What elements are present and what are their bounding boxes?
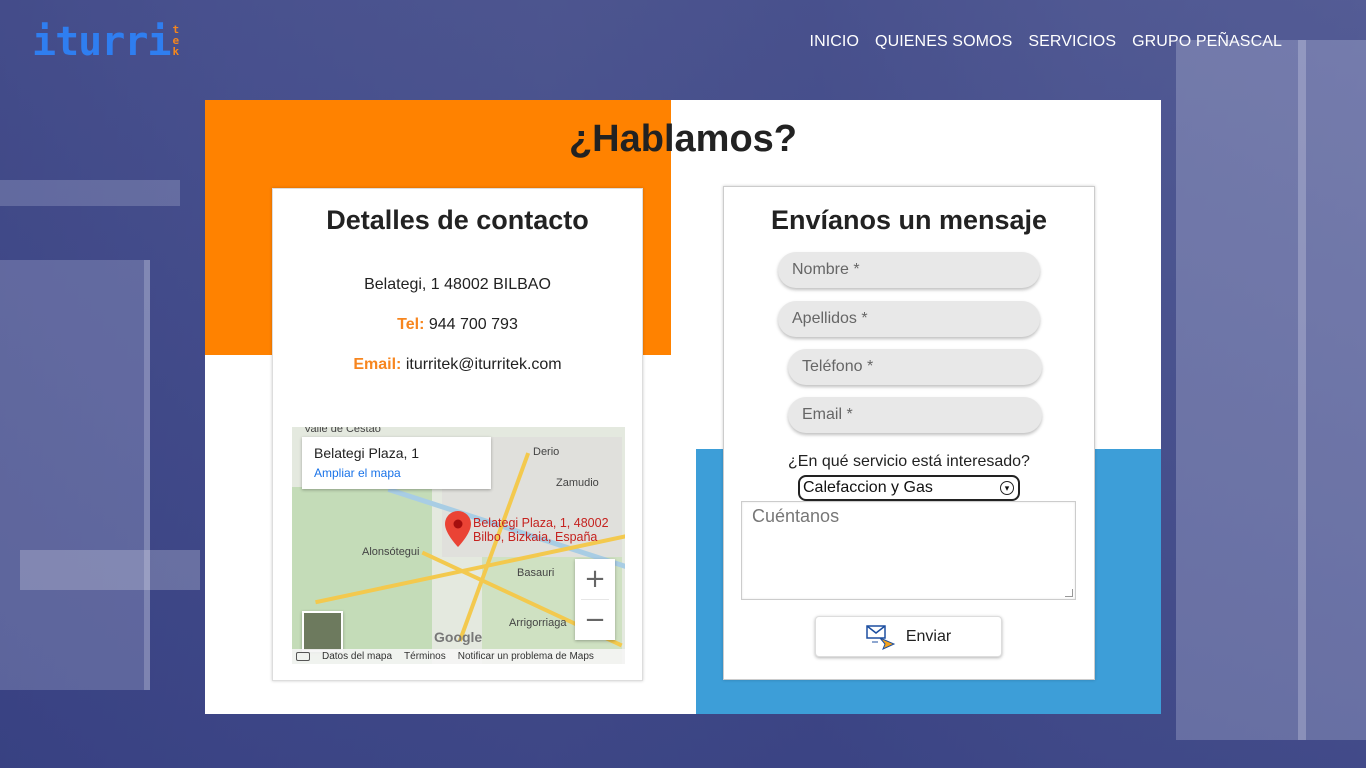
- email-value[interactable]: iturritek@iturritek.com: [406, 356, 562, 373]
- map-pin-icon[interactable]: [445, 511, 471, 547]
- map-place-label: Valle de Cestao: [304, 427, 381, 435]
- background-table: [20, 550, 200, 590]
- contact-address: Belategi, 1 48002 BILBAO: [364, 276, 551, 293]
- send-button[interactable]: Enviar: [815, 616, 1002, 657]
- site-logo[interactable]: iturri t e k: [32, 22, 179, 62]
- send-mail-icon: [866, 624, 896, 650]
- email-input[interactable]: Email *: [788, 397, 1042, 433]
- map-info-card: Belategi Plaza, 1 Ampliar el mapa: [302, 437, 491, 489]
- message-textarea[interactable]: Cuéntanos: [741, 501, 1076, 600]
- background-window: [1176, 40, 1366, 740]
- nav-item-servicios[interactable]: SERVICIOS: [1028, 33, 1116, 51]
- apellidos-input[interactable]: Apellidos *: [778, 301, 1040, 337]
- contact-heading: Detalles de contacto: [326, 205, 589, 235]
- logo-wordmark: iturri: [32, 19, 171, 65]
- map-footer: Datos del mapa Términos Notificar un pro…: [292, 649, 625, 664]
- email-label: Email:: [353, 356, 402, 373]
- nombre-input[interactable]: Nombre *: [778, 252, 1040, 288]
- nav-item-grupo-penascal[interactable]: GRUPO PEÑASCAL: [1132, 33, 1282, 51]
- background-window-frame: [1298, 40, 1306, 740]
- service-selected-value: Calefaccion y Gas: [803, 479, 933, 496]
- map-terms-link[interactable]: Términos: [404, 651, 446, 662]
- contact-phone: Tel: 944 700 793: [273, 316, 642, 334]
- contact-details-panel: Detalles de contacto Belategi, 1 48002 B…: [272, 188, 643, 681]
- map-place-label: Basauri: [517, 567, 555, 579]
- nav-item-inicio[interactable]: INICIO: [810, 33, 860, 51]
- resize-handle[interactable]: [1065, 589, 1073, 597]
- satellite-toggle[interactable]: [302, 611, 343, 652]
- chevron-down-icon: ▾: [1000, 481, 1014, 495]
- map-place-label: Zamudio: [556, 477, 599, 489]
- message-placeholder: Cuéntanos: [752, 506, 840, 526]
- map-info-title: Belategi Plaza, 1: [314, 445, 420, 461]
- page-title: ¿Hablamos?: [568, 118, 798, 160]
- contact-card: ¿Hablamos? Detalles de contacto Belategi…: [205, 100, 1161, 714]
- keyboard-icon[interactable]: [296, 652, 310, 661]
- map-pin-label: Belategi Plaza, 1, 48002 Bilbo, Bizkaia,…: [473, 516, 609, 544]
- main-nav: INICIO QUIENES SOMOS SERVICIOS GRUPO PEÑ…: [810, 33, 1282, 51]
- embedded-map[interactable]: Valle de Cestao Derio Zamudio Alonsótegu…: [292, 427, 625, 664]
- service-question: ¿En qué servicio está interesado?: [788, 453, 1030, 470]
- zoom-in-button[interactable]: +: [575, 559, 615, 599]
- site-header: iturri t e k INICIO QUIENES SOMOS SERVIC…: [0, 0, 1366, 90]
- map-place-label: Arrigorriaga: [509, 617, 567, 629]
- map-report-link[interactable]: Notificar un problema de Maps: [458, 651, 594, 662]
- service-select[interactable]: Calefaccion y Gas ▾: [798, 475, 1020, 501]
- logo-suffix-letter: k: [172, 45, 180, 58]
- google-logo: Google: [434, 629, 483, 645]
- map-enlarge-link[interactable]: Ampliar el mapa: [314, 466, 479, 480]
- background-door: [0, 260, 150, 690]
- phone-label: Tel:: [397, 316, 425, 333]
- message-form-panel: Envíanos un mensaje Nombre * Apellidos *…: [723, 186, 1095, 680]
- contact-email: Email: iturritek@iturritek.com: [273, 356, 642, 374]
- background-shelf: [0, 180, 180, 206]
- map-zoom-controls: + −: [575, 559, 615, 640]
- map-data-link[interactable]: Datos del mapa: [322, 651, 392, 662]
- phone-value[interactable]: 944 700 793: [429, 316, 518, 333]
- map-place-label: Derio: [533, 446, 560, 458]
- nav-item-quienes-somos[interactable]: QUIENES SOMOS: [875, 33, 1012, 51]
- logo-suffix: t e k: [173, 24, 180, 57]
- map-place-label: Alonsótegui: [362, 546, 420, 558]
- map-pin-label-line: Bilbo, Bizkaia, España: [473, 530, 598, 544]
- form-heading: Envíanos un mensaje: [770, 205, 1048, 235]
- map-pin-label-line: Belategi Plaza, 1, 48002: [473, 516, 609, 530]
- telefono-input[interactable]: Teléfono *: [788, 349, 1042, 385]
- send-label: Enviar: [905, 627, 952, 645]
- zoom-out-button[interactable]: −: [575, 600, 615, 640]
